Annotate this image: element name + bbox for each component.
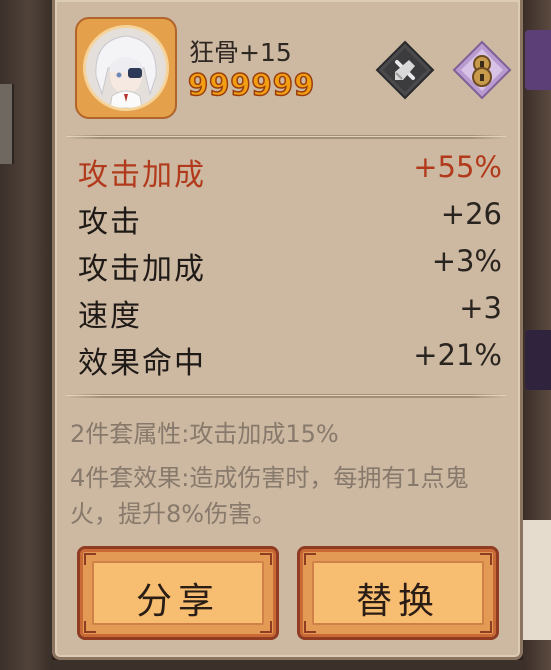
stat-row: 攻击加成 +3% xyxy=(78,244,502,290)
avatar-frame[interactable] xyxy=(75,17,177,119)
seal-icon[interactable] xyxy=(452,40,512,100)
stat-label: 攻击加成 xyxy=(78,252,206,287)
background-bottom xyxy=(52,660,523,670)
replace-button-label: 替换 xyxy=(355,581,440,622)
background-card xyxy=(525,30,551,90)
stat-value: +3% xyxy=(431,244,502,278)
brush-icon[interactable] xyxy=(375,40,435,100)
button-corner xyxy=(260,553,272,565)
stat-value: +3 xyxy=(459,291,502,325)
divider xyxy=(66,135,506,139)
button-corner xyxy=(84,553,96,565)
soul-name: 狂骨+15 xyxy=(189,38,292,67)
four-piece-set-effect: 4件套效果:造成伤害时，每拥有1点鬼火，提升8%伤害。 xyxy=(70,464,469,528)
stat-value: +26 xyxy=(440,197,502,231)
button-corner xyxy=(304,553,316,565)
share-button[interactable]: 分享 xyxy=(77,546,279,640)
avatar xyxy=(83,25,169,111)
stat-value: +55% xyxy=(413,150,502,184)
background-card xyxy=(523,520,551,640)
stat-row: 攻击 +26 xyxy=(78,197,502,243)
two-piece-set-bonus: 2件套属性:攻击加成15% xyxy=(70,420,339,448)
background-left xyxy=(0,0,52,670)
stat-value: +21% xyxy=(413,338,502,372)
stat-row: 效果命中 +21% xyxy=(78,338,502,384)
background-card xyxy=(525,330,551,390)
stat-label: 攻击加成 xyxy=(78,158,206,193)
replace-button[interactable]: 替换 xyxy=(297,546,499,640)
stat-label: 效果命中 xyxy=(78,346,206,381)
character-portrait-icon xyxy=(86,28,166,108)
background-right xyxy=(523,0,551,670)
stat-label: 速度 xyxy=(78,299,142,334)
stat-label: 攻击 xyxy=(78,205,142,240)
stat-row-primary: 攻击加成 +55% xyxy=(78,150,502,196)
divider xyxy=(66,394,506,398)
soul-score: 999999 xyxy=(187,67,316,103)
background-frame xyxy=(0,84,14,164)
stat-row: 速度 +3 xyxy=(78,291,502,337)
button-corner xyxy=(480,553,492,565)
share-button-label: 分享 xyxy=(135,581,220,622)
